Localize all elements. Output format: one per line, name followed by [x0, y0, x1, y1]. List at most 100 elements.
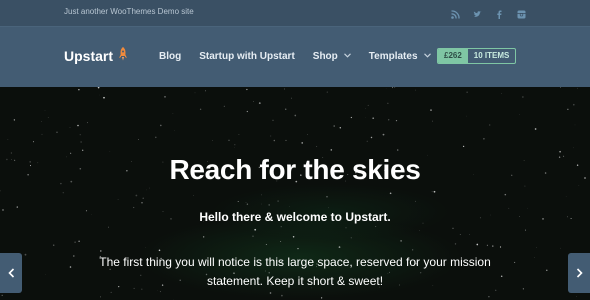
- star: [45, 274, 46, 275]
- star: [345, 227, 347, 229]
- star: [395, 120, 398, 122]
- star: [117, 198, 119, 200]
- star: [160, 124, 162, 127]
- star: [149, 187, 150, 189]
- main-nav: Blog Startup with Upstart Shop Templates: [159, 51, 431, 62]
- social-links: [451, 6, 526, 19]
- star: [146, 189, 147, 191]
- star: [246, 88, 248, 91]
- nav-blog[interactable]: Blog: [159, 51, 181, 62]
- star: [560, 247, 561, 249]
- star: [328, 207, 329, 209]
- star: [431, 191, 433, 193]
- star: [326, 91, 328, 93]
- star: [78, 240, 80, 242]
- star: [394, 87, 396, 88]
- rocket-icon: [118, 47, 128, 64]
- star: [269, 292, 272, 294]
- star: [272, 119, 274, 121]
- star: [281, 294, 283, 297]
- star: [1, 294, 3, 297]
- star: [389, 192, 392, 195]
- star: [108, 226, 109, 228]
- star: [245, 202, 247, 203]
- star: [78, 88, 80, 91]
- star: [396, 149, 399, 151]
- star: [525, 229, 526, 231]
- star: [205, 90, 206, 92]
- site-logo[interactable]: Upstart: [64, 47, 128, 64]
- star: [476, 243, 479, 246]
- star: [77, 124, 79, 127]
- star: [82, 149, 84, 151]
- star: [268, 204, 271, 206]
- star: [261, 194, 262, 196]
- star: [292, 235, 295, 238]
- star: [99, 94, 100, 96]
- star: [273, 139, 276, 142]
- star: [258, 102, 261, 104]
- star: [52, 244, 55, 246]
- star: [155, 136, 157, 139]
- star: [291, 97, 292, 99]
- star: [56, 131, 58, 133]
- star: [499, 246, 502, 248]
- star: [285, 108, 287, 110]
- star: [333, 125, 335, 127]
- instagram-icon[interactable]: [517, 6, 526, 19]
- twitter-icon[interactable]: [473, 6, 482, 17]
- star: [574, 124, 576, 126]
- star: [141, 202, 143, 204]
- cart-amount: £262: [438, 49, 468, 63]
- star: [504, 193, 507, 196]
- star: [62, 192, 64, 194]
- nav-templates[interactable]: Templates: [369, 51, 431, 62]
- star: [514, 261, 516, 263]
- star: [103, 96, 105, 99]
- star: [280, 226, 282, 228]
- star: [350, 237, 352, 239]
- star: [560, 87, 561, 88]
- star: [338, 246, 341, 248]
- star: [277, 200, 279, 202]
- logo-text: Upstart: [64, 47, 114, 64]
- star: [339, 127, 341, 129]
- star: [294, 114, 297, 117]
- star: [72, 255, 75, 257]
- star: [527, 207, 528, 209]
- star: [238, 134, 240, 135]
- star: [536, 247, 537, 248]
- star: [285, 139, 287, 141]
- star: [559, 150, 561, 153]
- star: [80, 141, 82, 143]
- nav-label: Startup with Upstart: [199, 51, 295, 62]
- star: [145, 247, 146, 248]
- star: [577, 87, 578, 89]
- star: [546, 269, 548, 272]
- star: [466, 91, 468, 93]
- nav-startup-with-upstart[interactable]: Startup with Upstart: [199, 51, 295, 62]
- slider-prev-button[interactable]: [0, 253, 22, 293]
- star: [365, 107, 366, 109]
- star: [32, 141, 35, 143]
- star: [519, 114, 520, 115]
- star: [223, 105, 225, 107]
- star: [99, 296, 102, 298]
- star: [567, 108, 569, 110]
- star: [534, 257, 535, 258]
- star: [79, 134, 81, 136]
- facebook-icon[interactable]: [495, 6, 504, 19]
- star: [159, 291, 161, 293]
- rss-icon[interactable]: [451, 6, 460, 19]
- cart-button[interactable]: £262 10 ITEMS: [437, 48, 517, 64]
- star: [483, 137, 485, 140]
- star: [100, 250, 102, 252]
- nav-shop[interactable]: Shop: [313, 51, 351, 62]
- star: [466, 115, 467, 117]
- hero-slider: Reach for the skies Hello there & welcom…: [0, 87, 590, 300]
- star: [415, 200, 416, 202]
- star: [246, 110, 248, 113]
- star: [492, 245, 494, 247]
- slider-next-button[interactable]: [568, 253, 590, 293]
- star: [237, 201, 239, 203]
